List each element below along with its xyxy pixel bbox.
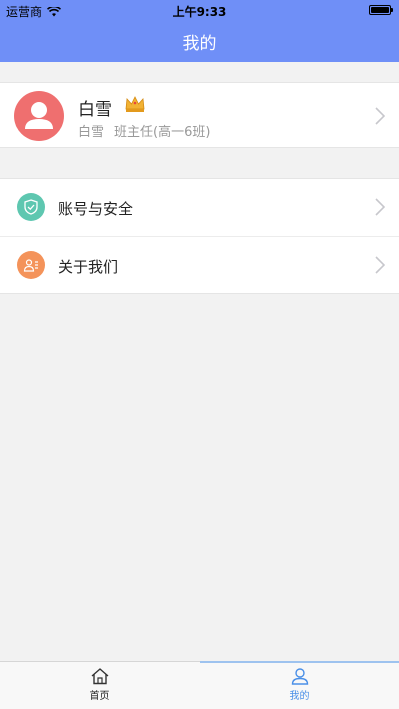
status-right (369, 5, 393, 15)
profile-role: 班主任(高一6班) (114, 125, 211, 140)
spacer (0, 62, 399, 82)
home-icon (91, 668, 108, 685)
chevron-right-icon (375, 256, 385, 274)
menu-label: 账号与安全 (58, 200, 134, 218)
chevron-right-icon (375, 107, 385, 125)
page-title: 我的 (182, 34, 217, 54)
user-icon (291, 668, 308, 685)
menu-label: 关于我们 (58, 258, 119, 276)
profile-name: 白雪 (78, 100, 112, 120)
tab-label: 我的 (289, 691, 310, 702)
shield-icon (17, 193, 45, 221)
profile-card[interactable]: 白雪 白雪 班主任(高一6班) (0, 82, 399, 148)
status-bar: 运营商 上午9:33 (0, 0, 399, 20)
battery-icon (369, 5, 393, 15)
tab-bar: 首页 我的 (0, 661, 399, 709)
profile-sub-name: 白雪 (78, 125, 105, 140)
status-time: 上午9:33 (172, 5, 227, 19)
menu-item-about-us[interactable]: 关于我们 (0, 236, 399, 293)
user-silhouette-icon (25, 102, 53, 129)
chevron-right-icon (375, 198, 385, 216)
tab-home[interactable]: 首页 (0, 662, 199, 709)
menu-item-account-security[interactable]: 账号与安全 (0, 179, 399, 236)
profile-subtitle: 白雪 班主任(高一6班) (78, 121, 210, 140)
crown-icon (125, 96, 145, 112)
menu-list: 账号与安全 关于我们 (0, 178, 399, 294)
tab-mine[interactable]: 我的 (200, 662, 399, 709)
tab-label: 首页 (89, 691, 110, 702)
contact-card-icon (17, 251, 45, 279)
top-header: 运营商 上午9:33 我的 (0, 0, 399, 62)
avatar[interactable] (14, 91, 64, 141)
